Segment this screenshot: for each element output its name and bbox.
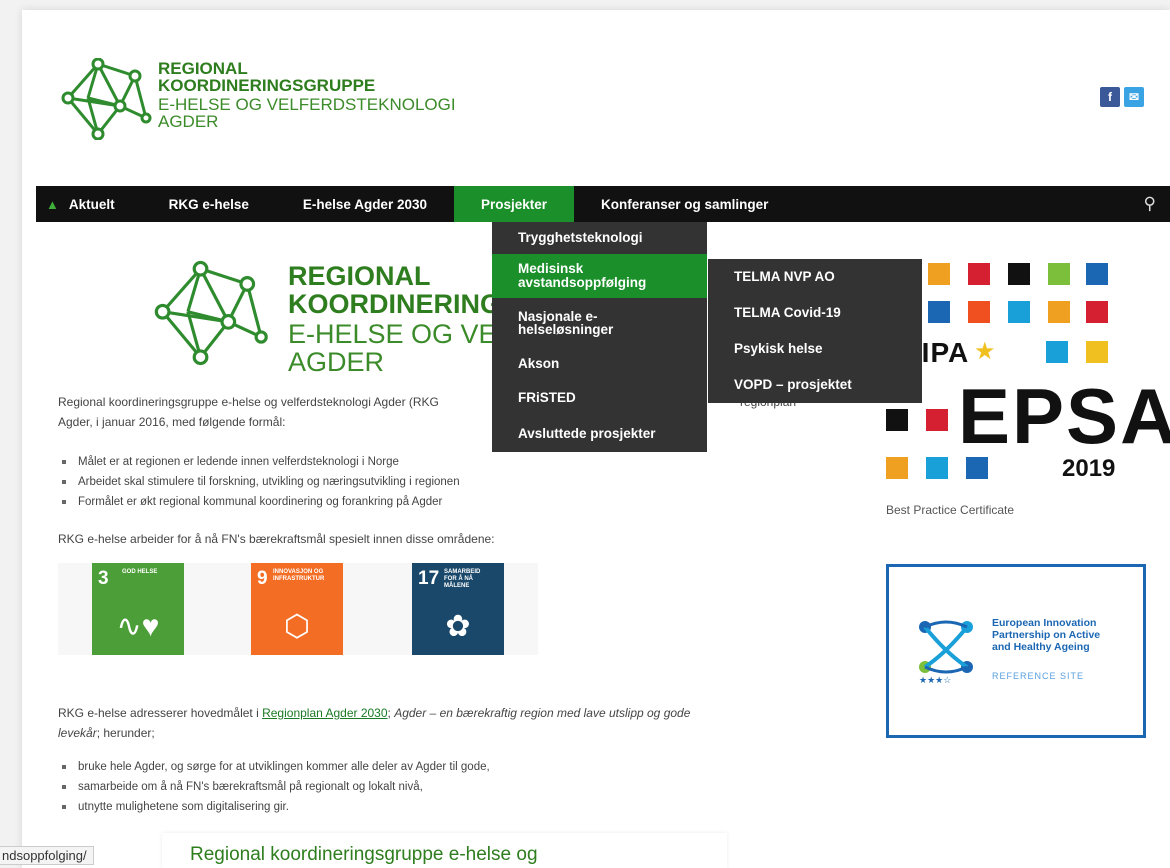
flower-icon: ✿ [445,610,471,643]
prosjekter-dropdown: Trygghetsteknologi Medisinsk avstandsopp… [492,222,707,452]
list-item: Formålet er økt regional kommunal koordi… [58,492,460,512]
email-icon[interactable]: ✉ [1124,87,1144,107]
sdg-tile-17: 17 SAMARBEID FOR Å NÅ MÅLENE ✿ [412,563,504,655]
nav-item-konferanser[interactable]: Konferanser og samlinger [574,186,795,222]
url-status-tooltip: ndsoppfolging/ [0,846,94,865]
sdg-tile-3: 3 GOD HELSE ∿♥ [92,563,184,655]
menu-item-trygghetsteknologi[interactable]: Trygghetsteknologi [492,222,707,254]
list-item: Arbeidet skal stimulere til forskning, u… [58,472,460,492]
aims-list: bruke hele Agder, og sørge for at utvikl… [58,757,490,817]
address-text: RKG e-helse adresserer hovedmålet i Regi… [58,703,818,743]
menu-item-medisinsk[interactable]: Medisinsk avstandsoppfølging [492,254,707,298]
sdg-intro: RKG e-helse arbeider for å nå FN's bærek… [58,532,495,546]
address-italic-2: levekår [58,726,97,740]
cubes-icon: ⬡ [283,610,311,643]
address-italic: Agder – en bærekraftig region med lave u… [394,706,691,720]
search-icon[interactable]: ⚲ [1144,194,1156,214]
menu-item-fristed[interactable]: FRiSTED [492,380,707,416]
eip-text: European Innovation Partnership on Active… [992,617,1101,653]
eip-logo-icon [919,620,973,674]
site-logo[interactable]: REGIONAL KOORDINERINGSGRUPPE E-HELSE OG V… [58,57,488,141]
list-item: Målet er at regionen er ledende innen ve… [58,452,460,472]
intro-text-2: Agder, i januar 2016, med følgende formå… [58,415,286,429]
footer-banner-title: Regional koordineringsgruppe e-helse og [190,844,538,865]
epsa-certificate-image: EIPA ★ EPSA 2019 [886,259,1170,493]
best-practice-caption: Best Practice Certificate [886,503,1015,517]
content-logo-subtitle: E-HELSE OG VEL AGDER [288,319,512,377]
nav-item-rkg[interactable]: RKG e-helse [142,186,276,222]
network-logo-icon [61,57,152,141]
eip-ahah-badge[interactable]: ★★★☆ European Innovation Partnership on A… [886,564,1146,738]
content-logo-title: REGIONAL KOORDINERING [288,261,502,319]
epsa-year: 2019 [1062,455,1116,482]
star-icon: ★ [974,338,996,365]
rating-stars-icon: ★★★☆ [919,675,952,685]
address-prefix: RKG e-helse adresserer hovedmålet i [58,706,263,720]
nav-item-aktuelt[interactable]: ▲ Aktuelt [36,186,142,222]
main-nav: ▲ Aktuelt RKG e-helse E-helse Agder 2030… [36,186,1170,222]
submenu-item-psykisk-helse[interactable]: Psykisk helse [708,331,922,367]
facebook-icon[interactable]: f [1100,87,1120,107]
heartbeat-icon: ∿♥ [116,610,160,643]
regionplan-link[interactable]: Regionplan Agder 2030 [262,706,387,720]
network-logo-icon [154,260,268,366]
medisinsk-submenu: TELMA NVP AO TELMA Covid-19 Psykisk hels… [708,259,922,403]
nav-item-prosjekter[interactable]: Prosjekter [453,186,575,222]
eip-reference-site: REFERENCE SITE [992,671,1085,681]
list-item: bruke hele Agder, og sørge for at utvikl… [58,757,490,777]
list-item: samarbeide om å nå FN's bærekraftsmål på… [58,777,490,797]
footer-banner: Regional koordineringsgruppe e-helse og [162,833,727,868]
logo-title: REGIONAL KOORDINERINGSGRUPPE [158,59,376,95]
submenu-item-telma-covid[interactable]: TELMA Covid-19 [708,295,922,331]
list-item: utnytte mulighetene som digitalisering g… [58,797,490,817]
sdg-tile-9: 9 INNOVASJON OG INFRASTRUKTUR ⬡ [251,563,343,655]
submenu-item-vopd[interactable]: VOPD – prosjektet [708,367,922,403]
logo-subtitle: E-HELSE OG VELFERDSTEKNOLOGI AGDER [158,95,456,131]
social-links: f ✉ [1100,87,1144,107]
menu-item-nasjonale[interactable]: Nasjonale e-helseløsninger [492,298,707,348]
home-icon: ▲ [46,196,59,212]
intro-text: Regional koordineringsgruppe e-helse og … [58,395,439,409]
nav-item-label: Aktuelt [68,196,115,212]
nav-item-ehelse-agder[interactable]: E-helse Agder 2030 [276,186,454,222]
menu-item-avsluttede[interactable]: Avsluttede prosjekter [492,416,707,452]
submenu-item-telma-nvp[interactable]: TELMA NVP AO [708,259,922,295]
goals-list: Målet er at regionen er ledende innen ve… [58,452,460,512]
menu-item-akson[interactable]: Akson [492,348,707,380]
address-suffix: ; herunder; [96,726,155,740]
epsa-text: EPSA [958,372,1170,460]
